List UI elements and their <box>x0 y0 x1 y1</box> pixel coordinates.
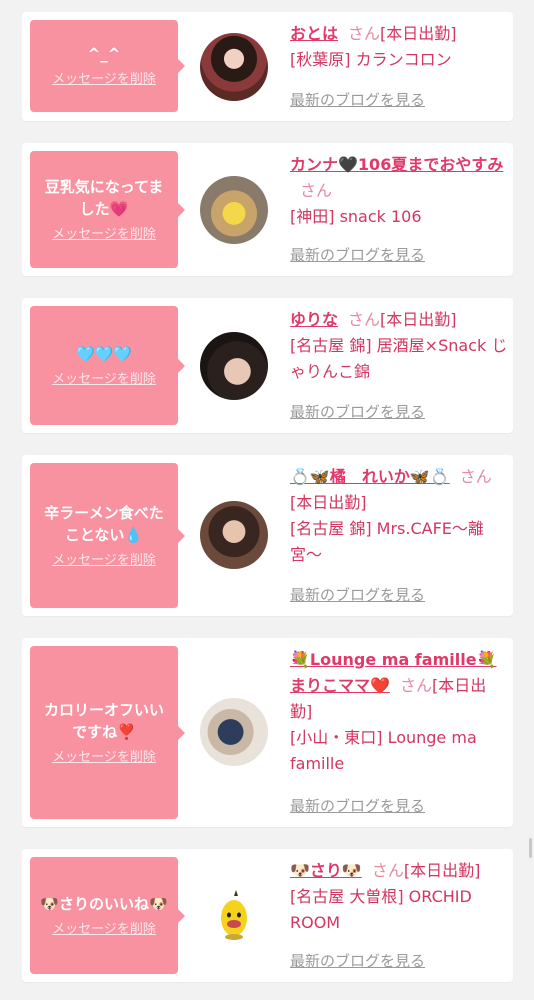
message-text: 🩵🩵🩵 <box>75 344 133 363</box>
honorific: さん <box>459 467 492 486</box>
message-card: カロリーオフいいですね❣️ メッセージを削除 💐Lounge ma famill… <box>22 638 513 827</box>
status-text: [本日出勤] <box>403 861 481 880</box>
avatar[interactable] <box>200 698 268 766</box>
message-text: 豆乳気になってました💗 <box>44 177 164 218</box>
profile-info: おとは さん[本日出勤] [秋葉原] カランコロン <box>290 21 508 73</box>
delete-message-link[interactable]: メッセージを削除 <box>52 226 156 244</box>
message-card: 🐶さりのいいね🐶 メッセージを削除 🐶さり🐶 さん[本日出勤] [名古屋 大曽根]… <box>22 849 513 982</box>
shop-location: [小山・東口] Lounge ma famille <box>290 728 477 773</box>
shop-location: [秋葉原] カランコロン <box>290 50 452 69</box>
message-text: 辛ラーメン食べたことない💧 <box>44 503 164 544</box>
delete-message-link[interactable]: メッセージを削除 <box>52 921 156 939</box>
latest-blog-link[interactable]: 最新のブログを見る <box>290 951 425 971</box>
honorific: さん <box>399 676 432 695</box>
message-text: 🐶さりのいいね🐶 <box>40 894 168 913</box>
message-card: 🩵🩵🩵 メッセージを削除 ゆりな さん[本日出勤] [名古屋 錦] 居酒屋×Sna… <box>22 298 513 433</box>
message-card: 辛ラーメン食べたことない💧 メッセージを削除 💍🦋橘 れいか🦋💍 さん [本日出勤]… <box>22 455 513 616</box>
delete-message-link[interactable]: メッセージを削除 <box>52 71 156 89</box>
message-text: ^_^ <box>87 45 121 63</box>
delete-message-link[interactable]: メッセージを削除 <box>52 552 156 570</box>
message-bubble: ^_^ メッセージを削除 <box>30 20 185 112</box>
profile-info: 💐Lounge ma famille💐まりこママ❤️ さん[本日出勤] [小山・東… <box>290 647 508 777</box>
message-bubble: 🩵🩵🩵 メッセージを削除 <box>30 306 185 425</box>
profile-info: カンナ🖤106夏までおやすみさん [神田] snack 106 <box>290 152 508 230</box>
shop-location: [名古屋 大曽根] ORCHID ROOM <box>290 887 472 932</box>
scrollbar[interactable] <box>529 838 532 858</box>
message-bubble: 辛ラーメン食べたことない💧 メッセージを削除 <box>30 463 185 608</box>
message-text: カロリーオフいいですね❣️ <box>43 700 164 741</box>
profile-name-link[interactable]: 🐶さり🐶 <box>290 861 362 880</box>
profile-info: 💍🦋橘 れいか🦋💍 さん [本日出勤] [名古屋 錦] Mrs.CAFE〜離宮〜 <box>290 464 508 568</box>
status-text: [本日出勤] <box>380 310 457 329</box>
delete-message-link[interactable]: メッセージを削除 <box>52 749 156 767</box>
message-bubble: カロリーオフいいですね❣️ メッセージを削除 <box>30 646 185 819</box>
profile-name-link[interactable]: おとは <box>290 24 338 43</box>
status-text: [本日出勤] <box>380 24 457 43</box>
honorific: さん <box>348 310 381 329</box>
shop-location: [名古屋 錦] 居酒屋×Snack じゃりんこ錦 <box>290 336 508 381</box>
latest-blog-link[interactable]: 最新のブログを見る <box>290 245 425 265</box>
profile-name-link[interactable]: 💍🦋橘 れいか🦋💍 <box>290 467 450 486</box>
latest-blog-link[interactable]: 最新のブログを見る <box>290 90 425 110</box>
shop-location: [名古屋 錦] Mrs.CAFE〜離宮〜 <box>290 519 484 564</box>
message-card: ^_^ メッセージを削除 おとは さん[本日出勤] [秋葉原] カランコロン 最新… <box>22 12 513 121</box>
profile-name-link[interactable]: ゆりな <box>290 310 338 329</box>
message-bubble: 豆乳気になってました💗 メッセージを削除 <box>30 151 185 268</box>
profile-info: ゆりな さん[本日出勤] [名古屋 錦] 居酒屋×Snack じゃりんこ錦 <box>290 307 508 385</box>
honorific: さん <box>348 24 381 43</box>
delete-message-link[interactable]: メッセージを削除 <box>52 371 156 389</box>
latest-blog-link[interactable]: 最新のブログを見る <box>290 796 425 816</box>
avatar[interactable] <box>200 176 268 244</box>
honorific: さん <box>300 181 333 200</box>
honorific: さん <box>371 861 404 880</box>
profile-name-link[interactable]: カンナ🖤106夏までおやすみ <box>290 155 503 174</box>
banana-avatar-icon <box>221 890 247 940</box>
profile-info: 🐶さり🐶 さん[本日出勤] [名古屋 大曽根] ORCHID ROOM <box>290 858 508 936</box>
avatar[interactable] <box>200 33 268 101</box>
status-text: [本日出勤] <box>290 493 367 512</box>
latest-blog-link[interactable]: 最新のブログを見る <box>290 402 425 422</box>
message-card: 豆乳気になってました💗 メッセージを削除 カンナ🖤106夏までおやすみさん [神… <box>22 143 513 276</box>
latest-blog-link[interactable]: 最新のブログを見る <box>290 585 425 605</box>
message-bubble: 🐶さりのいいね🐶 メッセージを削除 <box>30 857 185 974</box>
avatar[interactable] <box>200 332 268 400</box>
shop-location: [神田] snack 106 <box>290 207 422 226</box>
avatar[interactable] <box>200 882 268 950</box>
avatar[interactable] <box>200 501 268 569</box>
